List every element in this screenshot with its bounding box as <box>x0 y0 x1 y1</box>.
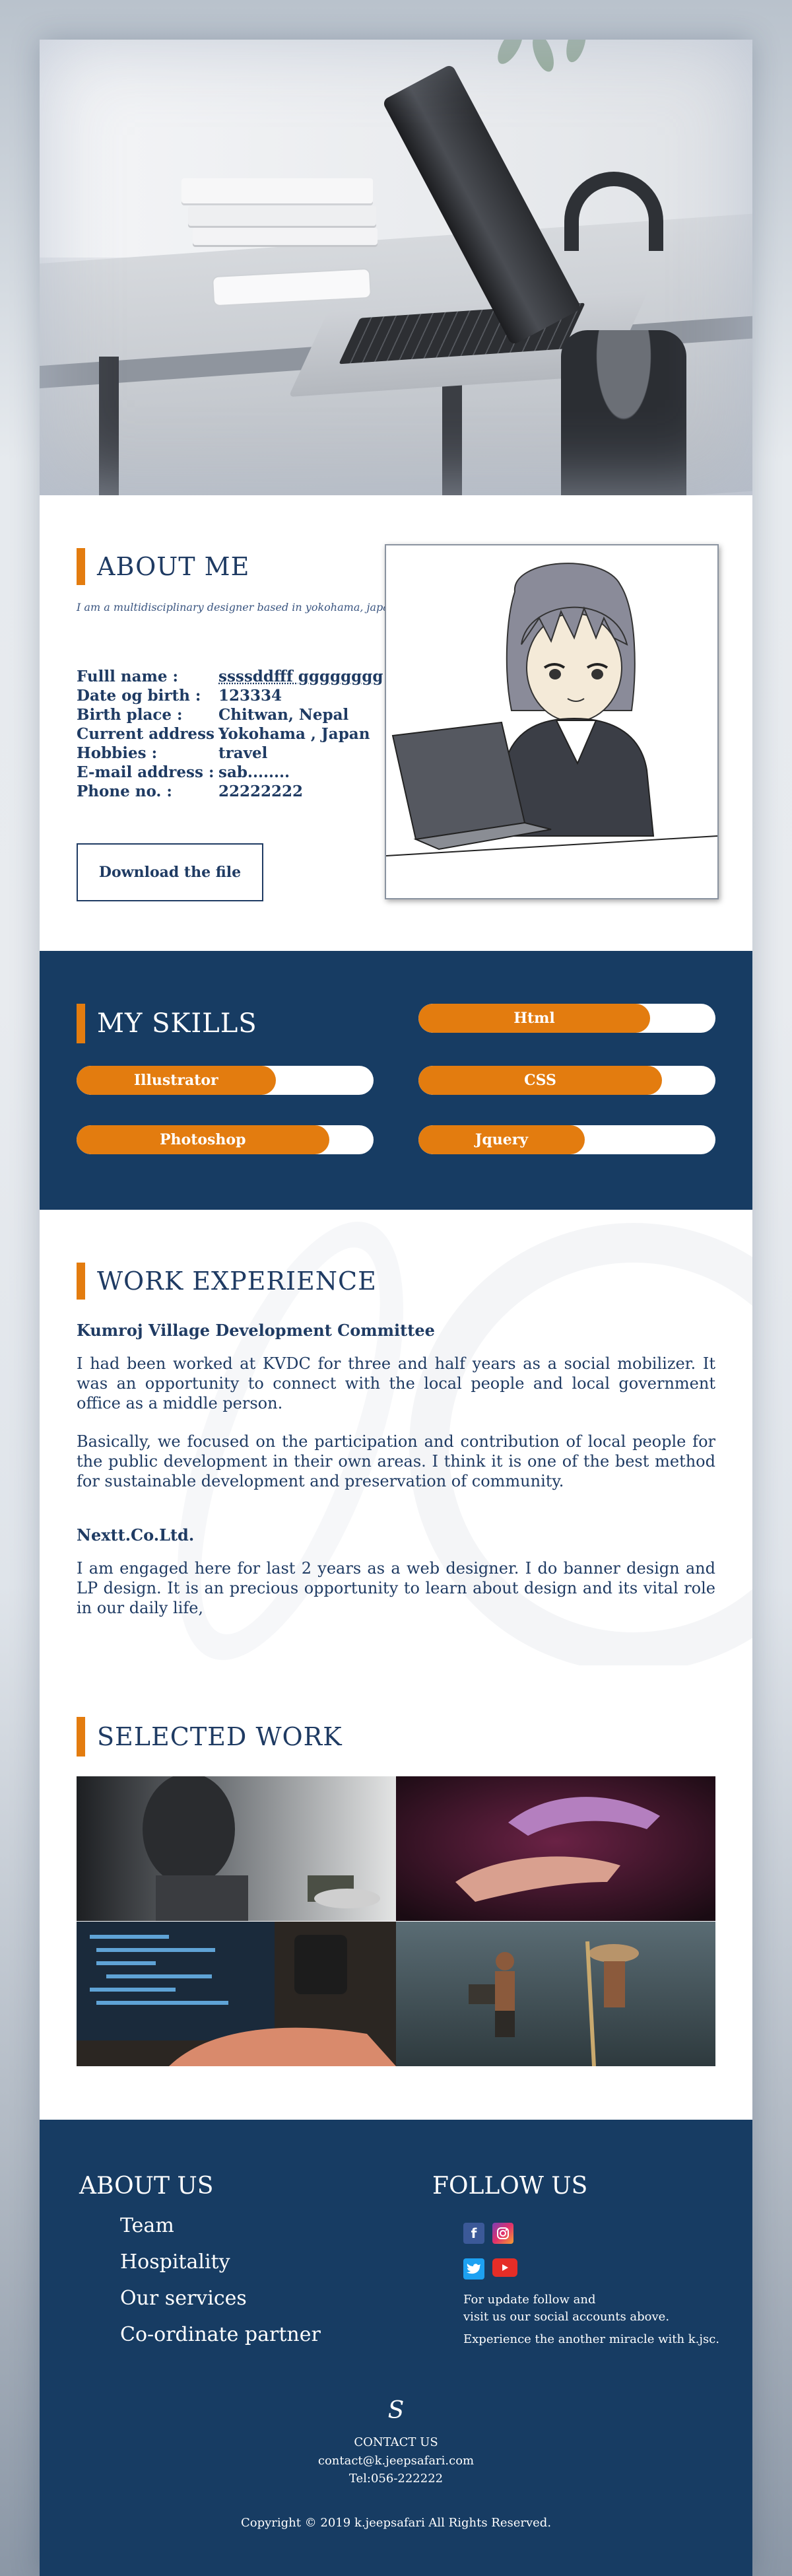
portfolio-image-coding[interactable] <box>77 1922 396 2066</box>
about-intro: I am a multidisciplinary designer based … <box>77 601 400 613</box>
personal-info: Fulll name : ssssddfff gggggggg Date og b… <box>77 667 383 801</box>
hero-image <box>40 40 752 495</box>
footer-link-team[interactable]: Team <box>120 2214 174 2237</box>
portfolio-image-hands[interactable] <box>396 1776 715 1921</box>
copyright: Copyright © 2019 k.jeepsafari All Rights… <box>240 2516 552 2530</box>
follow-text: Experience the another miracle with k.js… <box>463 2332 720 2346</box>
skills-section: MY SKILLS Html Illustrator CSS Photoshop… <box>40 951 752 1210</box>
follow-text: visit us our social accounts above. <box>463 2310 670 2324</box>
contact-title: CONTACT US <box>354 2435 438 2449</box>
skill-bar-illustrator: Illustrator <box>77 1066 374 1095</box>
portfolio-image-fishing[interactable] <box>396 1922 715 2066</box>
skill-bar-jquery: Jquery <box>418 1125 715 1154</box>
info-row: Current address : Yokohama , Japan <box>77 725 370 743</box>
skill-bar-html: Html <box>418 1004 715 1033</box>
skills-title: MY SKILLS <box>77 1004 257 1043</box>
contact-phone: Tel:056-222222 <box>348 2472 444 2486</box>
info-row: Hobbies : travel <box>77 744 268 762</box>
work-title: WORK EXPERIENCE <box>77 1263 377 1300</box>
portfolio-gallery <box>77 1776 715 2066</box>
follow-text: For update follow and <box>463 2293 596 2307</box>
instagram-icon[interactable] <box>492 2223 513 2244</box>
info-row: Phone no. :22222222 <box>77 783 304 800</box>
portfolio-image-person-phone[interactable] <box>77 1776 396 1921</box>
download-button[interactable]: Download the file <box>77 843 263 901</box>
info-row: Fulll name : ssssddfff gggggggg <box>77 668 383 685</box>
selected-work-title: SELECTED WORK <box>77 1717 343 1757</box>
info-row: Birth place : Chitwan, Nepal <box>77 706 349 724</box>
footer: ABOUT US Team Hospitality Our services C… <box>40 2120 752 2576</box>
about-title: ABOUT ME <box>77 548 249 585</box>
footer-link-partner[interactable]: Co-ordinate partner <box>120 2323 321 2346</box>
company-name: Kumroj Village Development Committee <box>77 1321 435 1340</box>
job-description: I am engaged here for last 2 years as a … <box>77 1559 715 1617</box>
skill-bar-photoshop: Photoshop <box>77 1125 374 1154</box>
company-name: Nextt.Co.Ltd. <box>77 1525 195 1545</box>
contact-email[interactable]: contact@k.jeepsafari.com <box>40 2454 752 2468</box>
footer-logo: S <box>387 2397 405 2424</box>
page-container: ABOUT ME I am a multidisciplinary design… <box>40 40 752 2576</box>
info-row: E-mail address : sab........ <box>77 763 290 781</box>
profile-illustration <box>385 544 719 899</box>
footer-about-title: ABOUT US <box>79 2173 214 2200</box>
job-description: I had been worked at KVDC for three and … <box>77 1354 715 1412</box>
youtube-icon[interactable] <box>492 2258 517 2277</box>
footer-link-hospitality[interactable]: Hospitality <box>120 2250 230 2274</box>
skill-bar-css: CSS <box>418 1066 715 1095</box>
twitter-icon[interactable] <box>463 2258 484 2280</box>
work-section: WORK EXPERIENCE Kumroj Village Developme… <box>40 1210 752 1665</box>
footer-follow-title: FOLLOW US <box>432 2173 588 2200</box>
info-row: Date og birth :123334 <box>77 687 282 705</box>
facebook-icon[interactable]: f <box>463 2223 484 2244</box>
footer-link-services[interactable]: Our services <box>120 2287 247 2310</box>
job-description: Basically, we focused on the participati… <box>77 1432 715 1490</box>
